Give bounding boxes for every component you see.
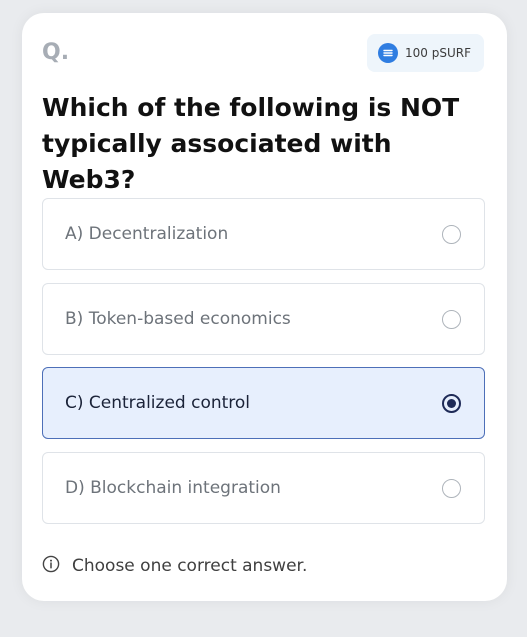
option-label: D) Blockchain integration bbox=[65, 478, 281, 498]
radio-button[interactable] bbox=[442, 478, 461, 498]
option-c[interactable]: C) Centralized control bbox=[42, 367, 485, 439]
option-b[interactable]: B) Token-based economics bbox=[42, 283, 485, 355]
option-label: B) Token-based economics bbox=[65, 309, 291, 329]
info-icon bbox=[42, 555, 60, 577]
question-text: Which of the following is NOT typically … bbox=[42, 93, 460, 194]
option-d[interactable]: D) Blockchain integration bbox=[42, 452, 485, 524]
radio-button[interactable] bbox=[442, 393, 461, 413]
hint-row: Choose one correct answer. bbox=[42, 555, 307, 577]
question-label: Q. bbox=[42, 40, 70, 65]
coin-icon bbox=[378, 43, 398, 63]
option-label: A) Decentralization bbox=[65, 224, 229, 244]
option-label: C) Centralized control bbox=[65, 393, 251, 413]
reward-amount: 100 pSURF bbox=[405, 46, 471, 60]
hint-text: Choose one correct answer. bbox=[72, 556, 308, 576]
radio-button[interactable] bbox=[442, 224, 461, 244]
reward-badge: 100 pSURF bbox=[367, 34, 484, 72]
radio-button[interactable] bbox=[442, 309, 461, 329]
option-a[interactable]: A) Decentralization bbox=[42, 198, 485, 270]
radio-selected-dot bbox=[447, 398, 456, 408]
